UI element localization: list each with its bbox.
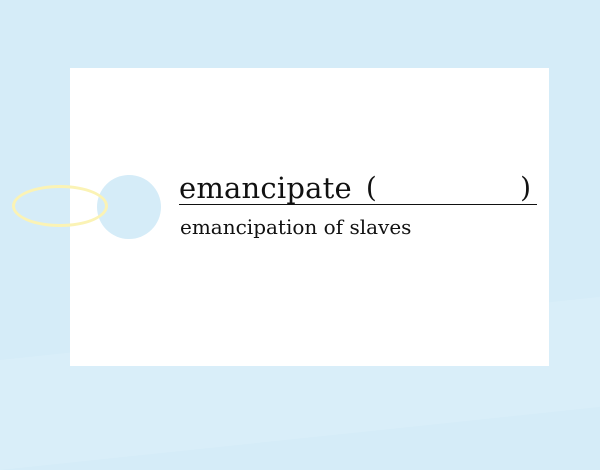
paren-open: ( [365,171,377,204]
example-phrase: emancipation of slaves [180,215,412,239]
key-ring-icon [12,185,108,227]
headword-line: emancipate ( ) [179,170,537,205]
headword: emancipate [179,171,352,205]
paren-close: ) [520,171,531,204]
